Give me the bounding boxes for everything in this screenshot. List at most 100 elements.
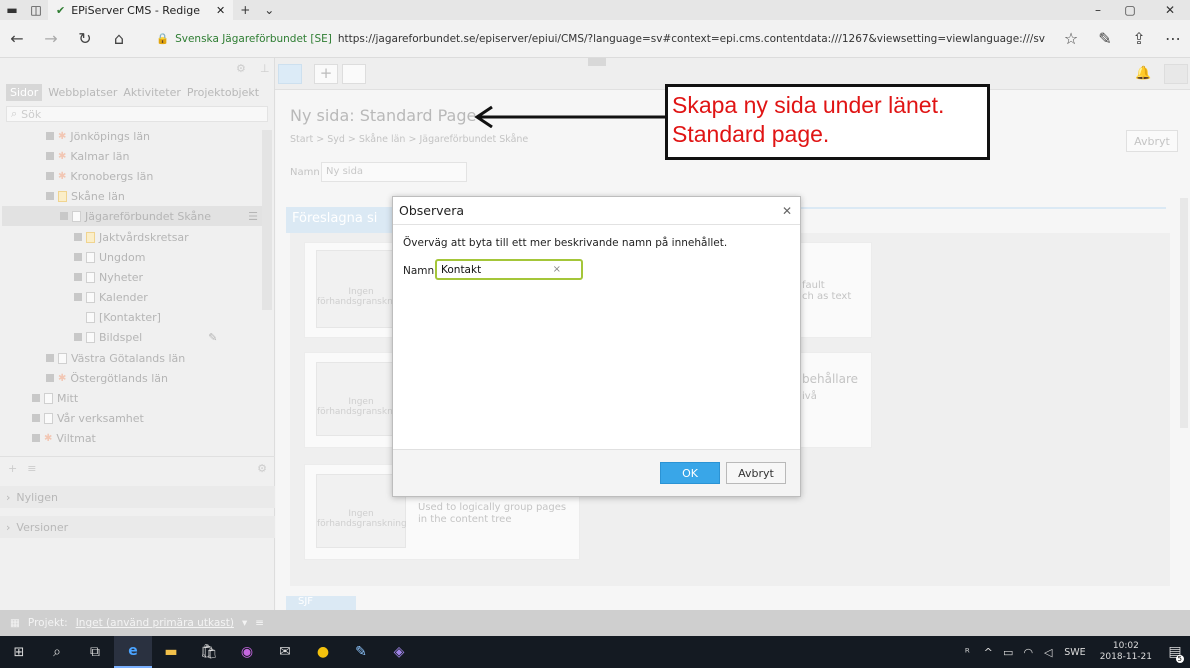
tree-item[interactable]: Vår verksamhet	[32, 408, 144, 428]
clock[interactable]: 10:02 2018-11-21	[1100, 641, 1152, 663]
tree-item[interactable]: Västra Götalands län	[46, 348, 185, 368]
expand-icon[interactable]	[46, 374, 54, 382]
language-indicator[interactable]: SWE	[1064, 647, 1085, 658]
home-icon[interactable]: ⌂	[102, 20, 136, 58]
versions-section[interactable]: › Versioner	[0, 516, 275, 538]
chevron-down-icon[interactable]: ⌄	[257, 0, 281, 20]
tree-item[interactable]: ✱ Jönköpings län	[46, 126, 150, 146]
wifi-icon[interactable]: ◠	[1018, 636, 1038, 668]
gear-icon[interactable]: ⚙	[236, 62, 246, 75]
tree-item[interactable]: Jaktvårdskretsar	[74, 227, 189, 247]
windows-start-icon[interactable]: ⊞	[0, 636, 38, 668]
close-icon[interactable]: ✕	[782, 204, 792, 218]
task-view-icon[interactable]: ⧉	[76, 636, 114, 668]
tree-item[interactable]: ✱ Kalmar län	[46, 146, 129, 166]
assets-pane-button[interactable]	[1164, 64, 1188, 84]
collapse-icon[interactable]	[46, 192, 54, 200]
expand-icon[interactable]	[46, 172, 54, 180]
volume-icon[interactable]: ◁	[1038, 636, 1058, 668]
tree-item[interactable]: Skåne län	[46, 186, 125, 206]
cancel-button[interactable]: Avbryt	[1126, 130, 1178, 152]
collapse-icon[interactable]	[588, 58, 606, 66]
page-icon[interactable]	[342, 64, 366, 84]
more-icon[interactable]: ⋯	[1156, 20, 1190, 58]
back-icon[interactable]: ←	[0, 20, 34, 58]
tab-back-icon[interactable]: ◫	[24, 0, 48, 20]
new-tab-icon[interactable]: +	[233, 0, 257, 20]
notification-center-icon[interactable]: ▤ 5	[1160, 636, 1190, 668]
forward-icon[interactable]: →	[34, 20, 68, 58]
share-icon[interactable]: ⇪	[1122, 20, 1156, 58]
name-input[interactable]: Ny sida	[321, 162, 467, 182]
notes-icon[interactable]: ✎	[342, 636, 380, 668]
search-input[interactable]: ⌕ Sök	[6, 106, 268, 122]
pen-icon[interactable]: ✎	[1088, 20, 1122, 58]
expand-icon[interactable]	[46, 354, 54, 362]
expand-icon[interactable]	[32, 394, 40, 402]
menu-icon[interactable]: ≡	[255, 617, 264, 629]
close-tab-icon[interactable]: ✕	[216, 4, 225, 17]
tab-sidor[interactable]: Sidor	[6, 83, 43, 101]
bell-icon[interactable]: 🔔	[1135, 66, 1151, 81]
tree-item[interactable]: [Kontakter]	[86, 307, 161, 327]
tab-aktiviteter[interactable]: Aktiviteter	[123, 86, 181, 99]
expand-icon[interactable]	[74, 253, 82, 261]
search-icon[interactable]: ⌕	[38, 636, 76, 668]
expand-icon[interactable]	[46, 152, 54, 160]
browser-tab[interactable]: ✔ EPiServer CMS - Redige ✕	[48, 0, 234, 20]
store-icon[interactable]: 🛍	[190, 636, 228, 668]
tab-actions-icon[interactable]: ▬	[0, 0, 24, 20]
mail-icon[interactable]: ✉	[266, 636, 304, 668]
refresh-icon[interactable]: ↻	[68, 20, 102, 58]
collapse-icon[interactable]	[60, 212, 68, 220]
toggle-pane-button[interactable]	[278, 64, 302, 84]
context-menu-icon[interactable]: ☰	[248, 210, 258, 223]
expand-icon[interactable]	[74, 293, 82, 301]
favorites-icon[interactable]: ☆	[1054, 20, 1088, 58]
dialog-cancel-button[interactable]: Avbryt	[726, 462, 786, 484]
battery-icon[interactable]: ▭	[998, 636, 1018, 668]
expand-icon[interactable]	[32, 434, 40, 442]
maximize-icon[interactable]: ▢	[1110, 0, 1150, 20]
tree-item[interactable]: Nyheter	[74, 267, 143, 287]
minimize-icon[interactable]: –	[1086, 0, 1110, 20]
people-icon[interactable]: ᴿ	[956, 636, 978, 668]
menu-icon[interactable]: ≡	[27, 462, 36, 475]
tree-item[interactable]: Ungdom	[74, 247, 145, 267]
gear-icon[interactable]: ⚙	[257, 462, 267, 475]
url-field[interactable]: 🔒 Svenska Jägareförbundet [SE] https://j…	[156, 32, 1045, 46]
tab-webbplatser[interactable]: Webbplatser	[48, 86, 117, 99]
app-icon[interactable]: ◉	[228, 636, 266, 668]
tree-item[interactable]: ✱ Östergötlands län	[46, 368, 168, 388]
chevron-down-icon[interactable]: ▾	[242, 617, 247, 629]
add-icon[interactable]: +	[8, 462, 17, 475]
pin-icon[interactable]: ⊥	[260, 62, 270, 75]
clear-icon[interactable]: ×	[553, 264, 561, 275]
tree-item-selected[interactable]: Jägareförbundet Skåne ☰	[2, 206, 262, 226]
add-icon[interactable]: +	[314, 64, 338, 84]
chrome-icon[interactable]: ●	[304, 636, 342, 668]
tree-item[interactable]: ✱ Kronobergs län	[46, 166, 153, 186]
expand-icon[interactable]	[74, 233, 82, 241]
expand-icon[interactable]	[32, 414, 40, 422]
tree-item[interactable]: Kalender	[74, 287, 148, 307]
ok-button[interactable]: OK	[660, 462, 720, 484]
expand-icon[interactable]	[74, 273, 82, 281]
expand-icon[interactable]	[74, 333, 82, 341]
bottom-tab-sjf[interactable]: SJF	[286, 596, 356, 610]
chevron-up-icon[interactable]: ^	[978, 636, 998, 668]
tree-item[interactable]: ✱ Viltmat	[32, 428, 96, 448]
tree-item[interactable]: Mitt	[32, 388, 78, 408]
project-selector[interactable]: Inget (använd primära utkast)	[76, 617, 234, 629]
main-scrollbar[interactable]	[1180, 198, 1188, 428]
tree-item[interactable]: Bildspel ✎	[74, 327, 217, 347]
close-window-icon[interactable]: ✕	[1150, 0, 1190, 20]
dialog-name-input[interactable]: Kontakt ×	[435, 259, 583, 280]
expand-icon[interactable]	[46, 132, 54, 140]
visual-studio-icon[interactable]: ◈	[380, 636, 418, 668]
recent-section[interactable]: › Nyligen	[0, 486, 275, 508]
edge-browser-icon[interactable]: e	[114, 636, 152, 668]
file-explorer-icon[interactable]: ▬	[152, 636, 190, 668]
tree-scrollbar[interactable]	[262, 130, 272, 310]
tab-projektobjekt[interactable]: Projektobjekt	[187, 86, 259, 99]
